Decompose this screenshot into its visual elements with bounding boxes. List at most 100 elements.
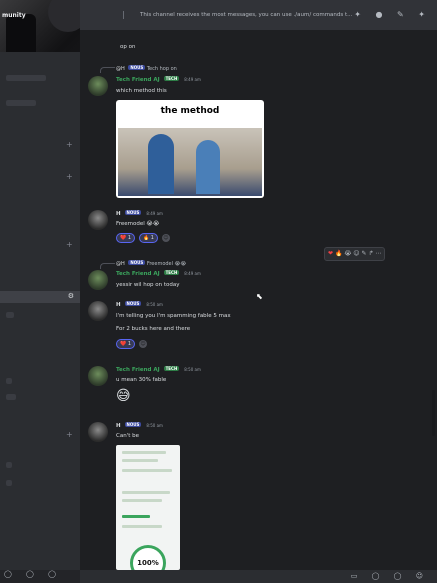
message-text: yessir wil hop on today <box>116 282 180 288</box>
edit-icon[interactable]: ✎ <box>361 250 366 257</box>
message-text: Freemodel 😭😭 <box>116 221 160 227</box>
webcam-chair <box>6 14 36 52</box>
reaction-heart[interactable]: ❤️ 1 <box>116 233 136 243</box>
sidebar-channel[interactable] <box>6 394 16 400</box>
author-tag: TECH <box>163 270 180 275</box>
emoji-message: 😅 <box>116 388 131 404</box>
message-hover-toolbar[interactable]: ❤ 🔥 😭 ☺ ✎ ↱ ⋯ <box>324 247 386 261</box>
reply-icon[interactable]: ↱ <box>368 250 373 257</box>
sidebar-channel[interactable] <box>6 462 12 468</box>
heart-icon[interactable]: ❤ <box>328 250 333 257</box>
avatar[interactable] <box>88 210 108 230</box>
author-tag: TECH <box>163 366 180 371</box>
avatar[interactable] <box>88 422 108 442</box>
reply-user: @H <box>116 261 125 267</box>
add-reaction-icon[interactable]: ☺ <box>138 339 147 348</box>
reply-preview[interactable]: @H NOUS Freemodel 😭😭 <box>116 260 186 267</box>
channel-topic: This channel receives the most messages,… <box>140 12 353 18</box>
chat-area: op on @H NOUS Tech hop on Tech Friend AJ… <box>80 30 437 583</box>
reaction-bar: ❤️ 1 ☺ <box>116 339 147 349</box>
reply-text: Freemodel 😭😭 <box>146 261 187 267</box>
sob-icon[interactable]: 😭 <box>344 250 351 257</box>
screenshot-line <box>122 491 170 494</box>
message-time: 8:50 am <box>146 302 163 307</box>
message-author[interactable]: H NOUS 8:49 am <box>116 210 163 217</box>
author-tag: TECH <box>163 76 180 81</box>
author-name[interactable]: H <box>116 423 121 429</box>
message-composer[interactable]: ▭ ◯ ◯ ☺ <box>80 570 437 583</box>
author-tag: NOUS <box>124 422 142 427</box>
avatar[interactable] <box>88 270 108 290</box>
author-name[interactable]: H <box>116 302 121 308</box>
meme-person <box>148 134 174 194</box>
reply-preview[interactable]: @H NOUS Tech hop on <box>116 65 177 72</box>
more-icon[interactable]: ⋯ <box>375 250 381 257</box>
author-tag: NOUS <box>124 301 142 306</box>
reaction-bar: ❤️ 1 🔥 1 ☺ <box>116 233 170 243</box>
message-author[interactable]: Tech Friend AJ TECH 8:49 am <box>116 76 201 83</box>
meme-image[interactable]: the method <box>116 100 264 198</box>
add-channel-icon[interactable]: + <box>66 140 73 149</box>
channel-header: | This channel receives the most message… <box>80 0 437 31</box>
reply-tag: NOUS <box>128 260 146 265</box>
reaction-count: 1 <box>127 341 132 347</box>
add-channel-icon[interactable]: + <box>66 430 73 439</box>
sidebar-channel[interactable] <box>6 75 46 81</box>
meme-person <box>196 140 220 194</box>
avatar[interactable] <box>88 366 108 386</box>
channel-hash-icon: | <box>122 10 125 19</box>
sidebar-channel[interactable] <box>6 378 12 384</box>
author-tag: NOUS <box>124 210 142 215</box>
author-name[interactable]: Tech Friend AJ <box>116 367 160 373</box>
reaction-count: 1 <box>127 235 132 241</box>
message-author[interactable]: Tech Friend AJ TECH 8:49 am <box>116 270 201 277</box>
reply-tag: NOUS <box>128 65 146 70</box>
reply-connector <box>100 263 115 269</box>
sidebar-item-active[interactable]: ⚙ <box>0 291 80 303</box>
message-time: 8:49 am <box>184 271 201 276</box>
reply-connector <box>100 67 115 73</box>
reply-user: @H <box>116 66 125 72</box>
avatar[interactable] <box>88 76 108 96</box>
message-author[interactable]: H NOUS 8:50 am <box>116 422 163 429</box>
message-time: 8:50 am <box>184 367 201 372</box>
reaction-emoji: ❤️ <box>120 235 127 241</box>
mouse-cursor-icon: ⬉ <box>256 292 263 301</box>
screenshot-line <box>122 515 150 518</box>
author-name[interactable]: H <box>116 211 121 217</box>
composer-toolbar[interactable]: ▭ ◯ ◯ ☺ <box>351 572 429 580</box>
sidebar-channel[interactable] <box>6 100 36 106</box>
scrollbar[interactable] <box>432 390 435 436</box>
add-reaction-icon[interactable]: ☺ <box>353 250 359 257</box>
sidebar-channel[interactable] <box>6 480 12 486</box>
message-text: which method this <box>116 88 167 94</box>
server-name[interactable]: munity <box>2 12 26 19</box>
screenshot-attachment[interactable]: 100% <box>116 445 180 570</box>
screenshot-line <box>122 451 166 454</box>
message-text: u mean 30% fable <box>116 377 167 383</box>
author-name[interactable]: Tech Friend AJ <box>116 271 160 277</box>
header-toolbar[interactable]: ✦ ● ✎ ✦ <box>354 10 431 19</box>
reaction-heart[interactable]: ❤️ 1 <box>116 339 136 349</box>
reaction-fire[interactable]: 🔥 1 <box>138 233 158 243</box>
screenshot-line <box>122 469 172 472</box>
message-author[interactable]: Tech Friend AJ TECH 8:50 am <box>116 366 201 373</box>
message-time: 8:50 am <box>146 423 163 428</box>
author-name[interactable]: Tech Friend AJ <box>116 77 160 83</box>
add-reaction-icon[interactable]: ☺ <box>161 233 170 242</box>
add-channel-icon[interactable]: + <box>66 172 73 181</box>
meme-caption: the method <box>160 106 220 116</box>
message-text: I'm telling you I'm spamming fable 5 max <box>116 313 231 319</box>
fire-icon[interactable]: 🔥 <box>335 250 342 257</box>
user-panel[interactable]: ◯ ◯ ◯ <box>0 570 80 583</box>
avatar[interactable] <box>88 301 108 321</box>
add-channel-icon[interactable]: + <box>66 240 73 249</box>
message-author[interactable]: H NOUS 8:50 am <box>116 301 163 308</box>
sidebar-item-settings-icon[interactable]: ⚙ <box>68 292 74 300</box>
progress-ring: 100% <box>130 545 166 570</box>
screenshot-line <box>122 459 158 462</box>
sidebar-channel[interactable] <box>6 312 14 318</box>
reaction-emoji: 🔥 <box>142 235 150 241</box>
meme-photo <box>118 128 262 196</box>
reply-text: Tech hop on <box>146 66 177 72</box>
